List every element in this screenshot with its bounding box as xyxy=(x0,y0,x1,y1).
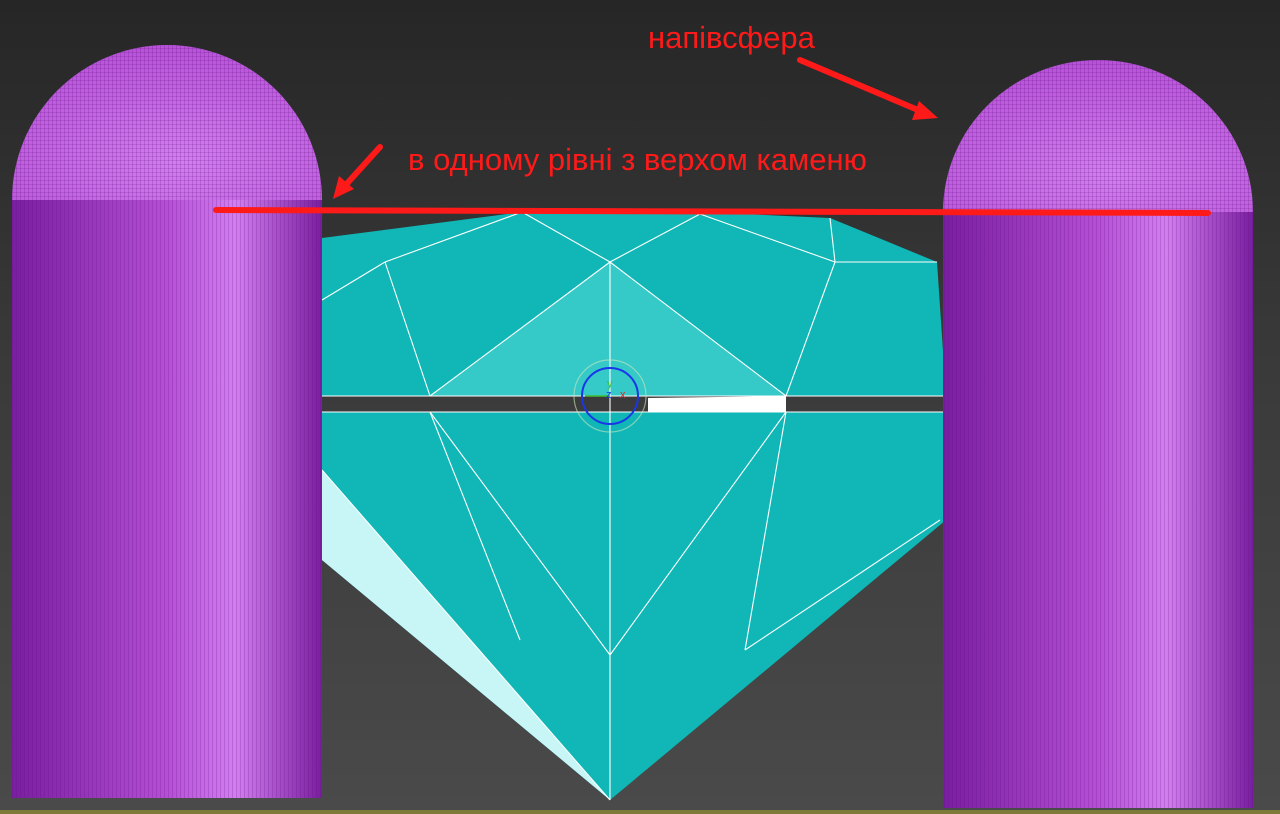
scene-canvas[interactable]: y z x xyxy=(0,0,1280,814)
arrow-right-shaft xyxy=(797,57,921,113)
left-prong[interactable] xyxy=(12,45,322,798)
level-line xyxy=(213,207,1211,216)
3d-viewport[interactable]: y z x напівсфера в одному рівні з верхом… xyxy=(0,0,1280,814)
right-prong-cap-mesh xyxy=(943,60,1253,212)
right-prong[interactable] xyxy=(943,58,1253,808)
level-label: в одному рівні з верхом каменю xyxy=(408,142,867,177)
right-prong-mesh xyxy=(943,212,1253,808)
gem-girdle-highlight xyxy=(648,396,786,412)
viewport-bottom-edge xyxy=(0,810,1280,814)
hemisphere-label: напівсфера xyxy=(648,20,815,55)
left-prong-mesh xyxy=(12,200,322,798)
gizmo-axis-z-label: z xyxy=(606,389,612,401)
gemstone[interactable] xyxy=(306,211,946,801)
gizmo-axis-x-label: x xyxy=(620,389,626,401)
arrow-right-head xyxy=(912,101,938,120)
arrow-left-shaft xyxy=(340,144,383,191)
left-prong-cap-mesh xyxy=(12,45,322,201)
